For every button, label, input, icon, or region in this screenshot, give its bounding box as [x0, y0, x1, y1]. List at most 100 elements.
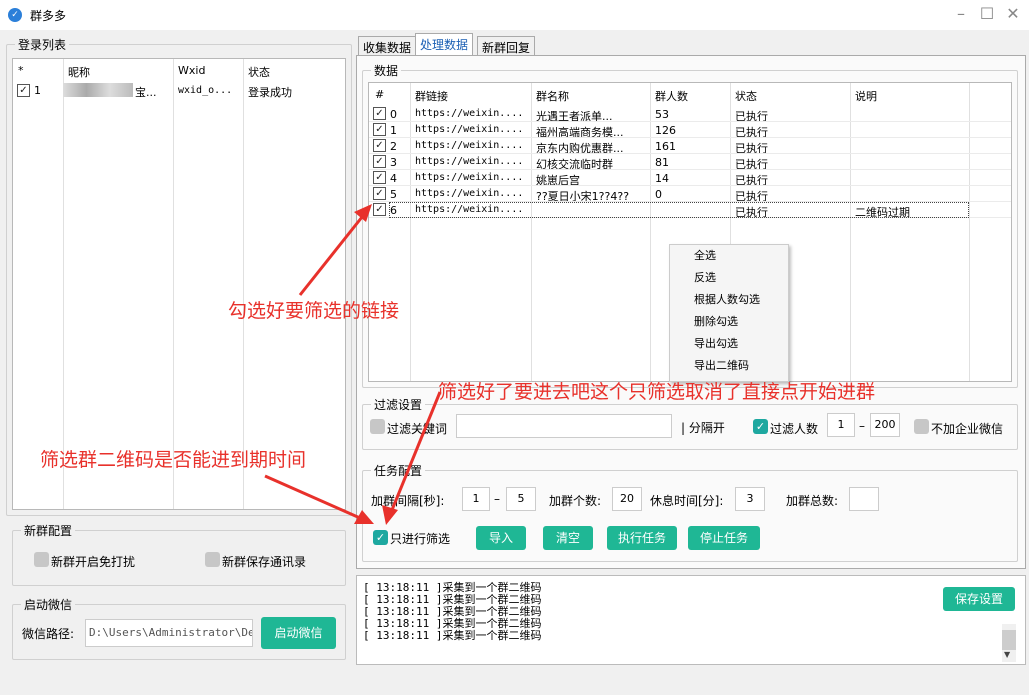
- save-settings-button[interactable]: 保存设置: [943, 587, 1015, 611]
- interval-min-input[interactable]: 1: [462, 487, 490, 511]
- only-filter-label: 只进行筛选: [390, 532, 451, 546]
- data-row-checkbox[interactable]: ✓: [373, 187, 386, 200]
- save-contacts-checkbox[interactable]: [205, 552, 220, 567]
- data-row-num: 0: [390, 108, 397, 121]
- data-row-checkbox[interactable]: ✓: [373, 123, 386, 136]
- separator-hint: | 分隔开: [681, 421, 725, 435]
- data-row-num: 2: [390, 140, 397, 153]
- tab-reply[interactable]: 新群回复: [477, 36, 536, 56]
- count-dash: –: [859, 419, 865, 433]
- row-divider: [369, 121, 1011, 122]
- login-row-num: 1: [34, 84, 41, 97]
- menu-export-checked[interactable]: 导出勾选: [670, 333, 788, 355]
- login-header-star: *: [18, 64, 24, 77]
- data-header-name: 群名称: [536, 90, 569, 103]
- annotation-filter-note: 筛选好了要进去吧这个只筛选取消了直接点开始进群: [438, 381, 876, 403]
- clear-button[interactable]: 清空: [543, 526, 593, 550]
- rest-label: 休息时间[分]:: [650, 494, 724, 508]
- close-icon[interactable]: ✕: [1002, 4, 1024, 24]
- count-max-input[interactable]: 200: [870, 413, 900, 437]
- dnd-checkbox[interactable]: [34, 552, 49, 567]
- launch-legend: 启动微信: [24, 598, 73, 612]
- data-row-num: 3: [390, 156, 397, 169]
- log-box[interactable]: [ 13:18:11 ]采集到一个群二维码[ 13:18:11 ]采集到一个群二…: [356, 575, 1026, 665]
- no-corp-checkbox[interactable]: [914, 419, 929, 434]
- row-divider: [369, 169, 1011, 170]
- keyword-filter-checkbox[interactable]: [370, 419, 385, 434]
- stop-task-button[interactable]: 停止任务: [688, 526, 760, 550]
- scroll-down-icon[interactable]: ▼: [1004, 650, 1010, 659]
- tab-collect[interactable]: 收集数据: [358, 36, 417, 56]
- data-row-num: 1: [390, 124, 397, 137]
- data-row-checkbox[interactable]: ✓: [373, 171, 386, 184]
- login-row-checkbox[interactable]: ✓: [17, 84, 30, 97]
- data-row-num: 4: [390, 172, 397, 185]
- data-row-checkbox[interactable]: ✓: [373, 155, 386, 168]
- row-divider: [369, 185, 1011, 186]
- rest-input[interactable]: 3: [735, 487, 765, 511]
- blurred-nickname: [63, 83, 133, 97]
- window-title: 群多多: [30, 9, 67, 23]
- login-header-name: 昵称: [68, 66, 90, 79]
- log-line: [ 13:18:11 ]采集到一个群二维码: [363, 629, 542, 642]
- data-row-link: https://weixin....: [415, 156, 524, 167]
- annotation-select-links: 勾选好要筛选的链接: [228, 300, 400, 322]
- data-row-link: https://weixin....: [415, 140, 524, 151]
- data-row-checkbox[interactable]: ✓: [373, 203, 386, 216]
- annotation-qrcode-check: 筛选群二维码是否能进到期时间: [40, 449, 307, 471]
- save-contacts-label: 新群保存通讯录: [222, 555, 307, 569]
- log-lines: [ 13:18:11 ]采集到一个群二维码[ 13:18:11 ]采集到一个群二…: [363, 582, 541, 642]
- minimize-icon[interactable]: –: [950, 4, 972, 24]
- login-header-status: 状态: [248, 66, 270, 79]
- count-filter-checkbox[interactable]: ✓: [753, 419, 768, 434]
- log-scroll-thumb[interactable]: [1002, 630, 1016, 650]
- context-menu: 全选 反选 根据人数勾选 删除勾选 导出勾选 导出二维码: [669, 244, 789, 382]
- total-input[interactable]: [849, 487, 879, 511]
- total-label: 加群总数:: [786, 494, 839, 508]
- data-row-count: 53: [655, 108, 669, 121]
- menu-select-all[interactable]: 全选: [670, 245, 788, 267]
- data-row-link: https://weixin....: [415, 188, 524, 199]
- keyword-filter-label: 过滤关键词: [387, 422, 448, 436]
- menu-export-qrcode[interactable]: 导出二维码: [670, 355, 788, 377]
- keyword-input[interactable]: [456, 414, 672, 438]
- tab-process[interactable]: 处理数据: [415, 33, 474, 56]
- data-header-note: 说明: [855, 90, 877, 103]
- maximize-icon[interactable]: ☐: [976, 4, 998, 24]
- path-input[interactable]: D:\Users\Administrator\Deskt: [85, 619, 253, 647]
- data-row-count: 161: [655, 140, 676, 153]
- data-row-link: https://weixin....: [415, 108, 524, 119]
- interval-dash: –: [494, 492, 500, 506]
- data-header-link: 群链接: [415, 90, 448, 103]
- app-icon: ✓: [8, 8, 22, 22]
- login-header-wxid: Wxid: [178, 64, 206, 77]
- newgroup-legend: 新群配置: [24, 524, 73, 538]
- login-grid[interactable]: * 昵称 Wxid 状态 ✓ 1 宝... wxid_o... 登录成功: [12, 58, 346, 510]
- data-row-checkbox[interactable]: ✓: [373, 139, 386, 152]
- data-row-num: 5: [390, 188, 397, 201]
- only-filter-checkbox[interactable]: ✓: [373, 530, 388, 545]
- login-row-name: 宝...: [135, 86, 157, 99]
- data-row-count: 81: [655, 156, 669, 169]
- path-label: 微信路径:: [22, 627, 75, 641]
- task-legend: 任务配置: [374, 464, 423, 478]
- focused-row-outline: [389, 202, 969, 218]
- launch-wechat-button[interactable]: 启动微信: [261, 617, 336, 649]
- menu-invert[interactable]: 反选: [670, 267, 788, 289]
- menu-select-by-count[interactable]: 根据人数勾选: [670, 289, 788, 311]
- menu-delete-checked[interactable]: 删除勾选: [670, 311, 788, 333]
- run-task-button[interactable]: 执行任务: [607, 526, 677, 550]
- add-count-input[interactable]: 20: [612, 487, 642, 511]
- login-list-legend: 登录列表: [18, 38, 67, 52]
- filter-legend: 过滤设置: [374, 398, 423, 412]
- data-row-count: 14: [655, 172, 669, 185]
- import-button[interactable]: 导入: [476, 526, 526, 550]
- data-header-status: 状态: [735, 90, 757, 103]
- add-count-label: 加群个数:: [549, 494, 602, 508]
- data-row-checkbox[interactable]: ✓: [373, 107, 386, 120]
- interval-max-input[interactable]: 5: [506, 487, 536, 511]
- log-scrollbar[interactable]: ▼: [1002, 624, 1016, 662]
- data-legend: 数据: [374, 64, 399, 78]
- dnd-label: 新群开启免打扰: [51, 555, 136, 569]
- count-min-input[interactable]: 1: [827, 413, 855, 437]
